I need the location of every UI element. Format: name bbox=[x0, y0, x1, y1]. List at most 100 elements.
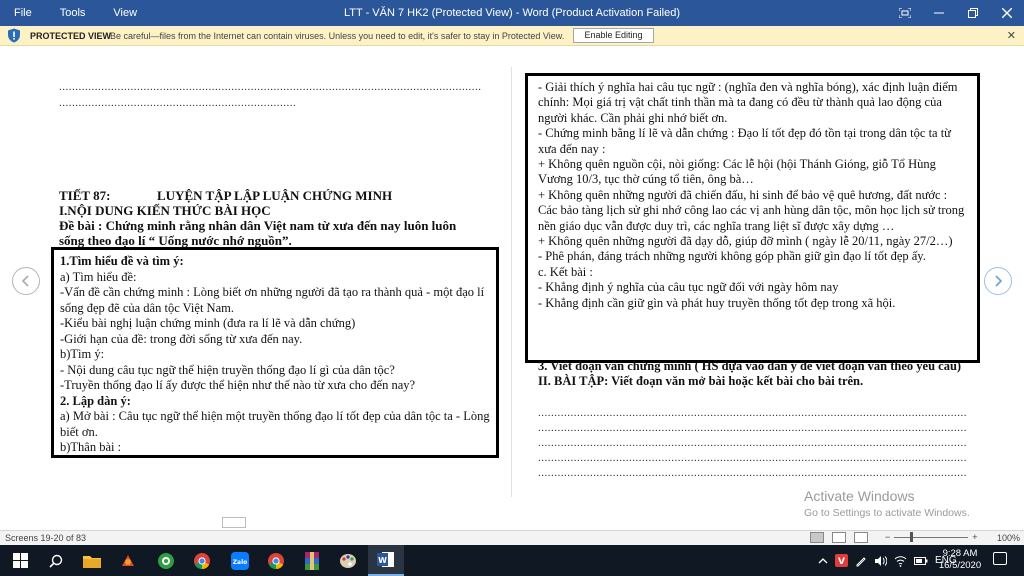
clock[interactable]: 9:28 AM 16/5/2020 bbox=[935, 548, 985, 572]
outline-line: + Không quên những người đã dạy dỗ, giúp… bbox=[538, 234, 953, 249]
chrome-profile-button[interactable] bbox=[258, 545, 294, 576]
zoom-level[interactable]: 100% bbox=[997, 533, 1020, 543]
menu-tools[interactable]: Tools bbox=[46, 7, 100, 19]
lesson-title: LUYỆN TẬP LẬP LUẬN CHỨNG MINH bbox=[157, 188, 393, 203]
outline-line: - Giải thích ý nghĩa hai câu tục ngữ : (… bbox=[538, 80, 958, 125]
coccoc-icon bbox=[158, 552, 174, 569]
search-button[interactable] bbox=[38, 545, 74, 576]
minimize-icon bbox=[934, 12, 944, 14]
outline-line: - Nội dung câu tục ngữ thể hiện truyền t… bbox=[60, 362, 395, 377]
outline-line: -Truyền thống đạo lí ấy được thể hiện nh… bbox=[60, 378, 416, 392]
reading-area: ........................................… bbox=[0, 47, 1024, 530]
section-heading: I.NỘI DUNG KIẾN THỨC BÀI HỌC bbox=[59, 203, 271, 218]
svg-text:V: V bbox=[838, 557, 845, 567]
zoom-slider[interactable]: − + bbox=[885, 531, 978, 542]
dotted-line: ........................................… bbox=[59, 97, 295, 109]
window-title: LTT - VĂN 7 HK2 (Protected View) - Word … bbox=[343, 7, 681, 19]
close-button[interactable] bbox=[990, 0, 1024, 26]
menu-view[interactable]: View bbox=[99, 7, 151, 19]
notification-center-icon[interactable] bbox=[993, 552, 1007, 565]
dotted-line: ........................................… bbox=[538, 452, 966, 464]
chrome-button[interactable] bbox=[184, 545, 220, 576]
outline-line: a) Tìm hiểu đề: bbox=[60, 269, 137, 284]
outline-line: -Vấn đề cần chứng minh : Lòng biết ơn nh… bbox=[60, 285, 485, 315]
search-icon bbox=[49, 554, 63, 568]
outline-line: + Không quên nguồn cội, nòi giống: Các l… bbox=[538, 157, 936, 187]
menu-bar: File Tools View bbox=[0, 0, 151, 26]
writing-step: 3. Viết đoạn văn chứng minh ( HS dựa vào… bbox=[538, 359, 962, 373]
protected-view-message: Be careful—files from the Internet can c… bbox=[110, 31, 565, 41]
zalo-button[interactable]: Zalo bbox=[222, 545, 258, 576]
taskbar: Zalo W V ENG 9:28 AM 16/5/2020 bbox=[0, 545, 1024, 576]
app-button[interactable] bbox=[110, 545, 146, 576]
horizontal-scroll-thumb[interactable] bbox=[222, 517, 246, 528]
volume-icon[interactable] bbox=[874, 555, 887, 567]
palette-icon bbox=[340, 553, 356, 568]
svg-text:Zalo: Zalo bbox=[233, 559, 248, 566]
app-icon bbox=[122, 554, 134, 566]
word-icon: W bbox=[377, 552, 394, 567]
outline-line: a) Mở bài : Câu tục ngữ thể hiện một tru… bbox=[60, 409, 490, 439]
dotted-line: ........................................… bbox=[59, 81, 482, 93]
chevron-up-icon[interactable] bbox=[818, 557, 828, 565]
chrome-icon bbox=[268, 552, 284, 569]
focus-icon bbox=[899, 8, 911, 18]
paint-button[interactable] bbox=[330, 545, 366, 576]
outline-line: - Khẳng định ý nghĩa của câu tục ngữ đối… bbox=[538, 280, 839, 295]
close-bar-icon[interactable]: ✕ bbox=[1007, 29, 1016, 42]
zoom-out-button[interactable]: − bbox=[885, 532, 890, 542]
archive-icon bbox=[305, 551, 319, 570]
activate-subtitle: Go to Settings to activate Windows. bbox=[804, 507, 970, 519]
minimize-button[interactable] bbox=[922, 0, 956, 26]
outline-line: 2. Lập dàn ý: bbox=[60, 393, 131, 408]
previous-screen-button[interactable] bbox=[12, 267, 40, 295]
next-screen-button[interactable] bbox=[984, 267, 1012, 295]
web-layout-button[interactable] bbox=[854, 532, 868, 543]
exercise-heading: II. BÀI TẬP: Viết đoạn văn mở bài hoặc k… bbox=[538, 374, 864, 388]
shield-icon bbox=[8, 28, 20, 43]
clock-date: 16/5/2020 bbox=[938, 560, 982, 571]
close-icon bbox=[1002, 8, 1012, 18]
outline-box-right: - Giải thích ý nghĩa hai câu tục ngữ : (… bbox=[525, 73, 980, 363]
exercise-section: 3. Viết đoạn văn chứng minh ( HS dựa vào… bbox=[538, 359, 968, 389]
zoom-in-button[interactable]: + bbox=[972, 532, 977, 542]
word-button[interactable]: W bbox=[368, 545, 404, 576]
read-mode-button[interactable] bbox=[810, 532, 824, 543]
restore-icon bbox=[968, 8, 978, 18]
print-layout-button[interactable] bbox=[832, 532, 846, 543]
coccoc-browser-button[interactable] bbox=[148, 545, 184, 576]
zoom-thumb[interactable] bbox=[910, 531, 914, 542]
page-divider bbox=[511, 67, 512, 497]
zoom-track[interactable] bbox=[894, 531, 969, 542]
network-icon[interactable] bbox=[894, 555, 907, 567]
restore-button[interactable] bbox=[956, 0, 990, 26]
outline-line: - Phê phán, đáng trách những người không… bbox=[538, 249, 926, 264]
chevron-left-icon bbox=[21, 275, 29, 287]
activate-windows-watermark: Activate Windows Go to Settings to activ… bbox=[804, 488, 970, 519]
outline-line: b)Thân bài : bbox=[60, 440, 122, 454]
folder-icon bbox=[83, 555, 101, 568]
lesson-number: TIẾT 87: bbox=[59, 188, 111, 203]
title-bar: File Tools View LTT - VĂN 7 HK2 (Protect… bbox=[0, 0, 1024, 26]
outline-line: - Chứng minh bằng lí lẽ và dẫn chứng : Đ… bbox=[538, 126, 951, 156]
battery-icon[interactable] bbox=[914, 556, 928, 566]
lesson-heading: TIẾT 87: LUYỆN TẬP LẬP LUẬN CHỨNG MINH I.… bbox=[59, 188, 479, 248]
focus-mode-button[interactable] bbox=[888, 0, 922, 26]
svg-text:W: W bbox=[378, 556, 387, 565]
pen-icon[interactable] bbox=[855, 555, 867, 567]
activate-title: Activate Windows bbox=[804, 488, 915, 504]
page-count[interactable]: Screens 19-20 of 83 bbox=[5, 533, 86, 543]
menu-file[interactable]: File bbox=[0, 7, 46, 19]
dotted-line: ........................................… bbox=[538, 437, 966, 449]
enable-editing-button[interactable]: Enable Editing bbox=[573, 28, 654, 43]
view-buttons bbox=[810, 532, 868, 543]
file-explorer-button[interactable] bbox=[74, 545, 110, 576]
antivirus-icon[interactable]: V bbox=[835, 554, 848, 567]
start-button[interactable] bbox=[2, 545, 38, 576]
clock-time: 9:28 AM bbox=[942, 548, 978, 559]
zalo-icon: Zalo bbox=[231, 551, 249, 570]
winrar-button[interactable] bbox=[294, 545, 330, 576]
outline-line: - Khẳng định cần giữ gìn và phát huy tru… bbox=[538, 295, 896, 310]
outline-box-left: 1.Tìm hiểu đề và tìm ý: a) Tìm hiểu đề: … bbox=[51, 247, 499, 458]
dotted-line: ........................................… bbox=[538, 422, 966, 434]
